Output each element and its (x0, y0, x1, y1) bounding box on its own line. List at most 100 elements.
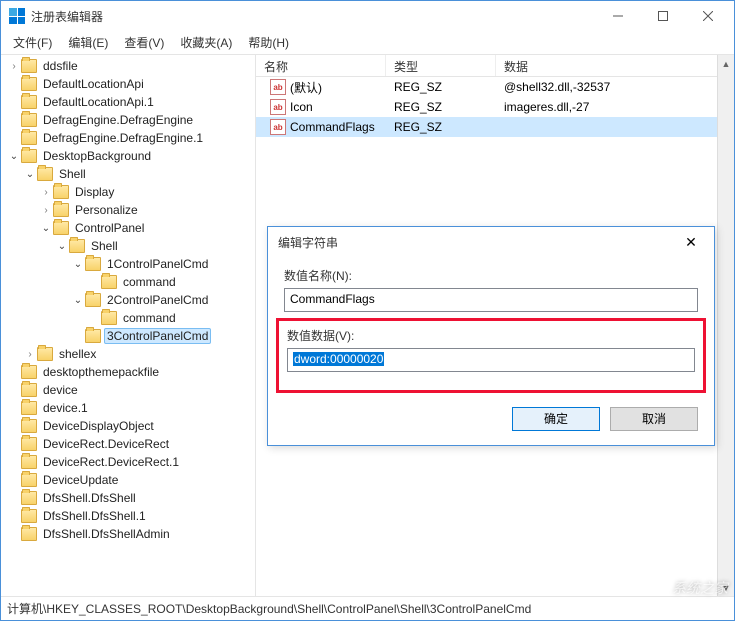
tree-item[interactable]: ›device.1 (1, 399, 255, 417)
value-name-field[interactable]: CommandFlags (284, 288, 698, 312)
menu-view[interactable]: 查看(V) (116, 31, 172, 54)
tree-item[interactable]: ›DfsShell.DfsShell.1 (1, 507, 255, 525)
folder-icon (37, 347, 53, 361)
tree-item-label: device (40, 382, 81, 398)
chevron-right-icon[interactable]: › (39, 187, 53, 198)
tree-item[interactable]: ›Display (1, 183, 255, 201)
value-name-text: CommandFlags (290, 292, 375, 306)
folder-icon (85, 257, 101, 271)
menu-edit[interactable]: 编辑(E) (60, 31, 116, 54)
tree-item-label: 3ControlPanelCmd (104, 328, 211, 344)
tree-item-label: DeviceUpdate (40, 472, 121, 488)
chevron-down-icon[interactable]: ⌄ (7, 151, 21, 162)
tree-item[interactable]: ›shellex (1, 345, 255, 363)
tree-item[interactable]: ›DfsShell.DfsShellAdmin (1, 525, 255, 543)
table-row[interactable]: abIconREG_SZimageres.dll,-27 (256, 97, 734, 117)
cell-data: imageres.dll,-27 (496, 100, 734, 114)
folder-icon (21, 59, 37, 73)
list-body[interactable]: ab(默认)REG_SZ@shell32.dll,-32537abIconREG… (256, 77, 734, 137)
tree-item-label: DeviceDisplayObject (40, 418, 157, 434)
tree-item-label: command (120, 310, 179, 326)
cell-type: REG_SZ (386, 100, 496, 114)
chevron-down-icon[interactable]: ⌄ (71, 259, 85, 270)
tree-item-label: device.1 (40, 400, 91, 416)
close-button[interactable] (685, 2, 730, 30)
string-value-icon: ab (270, 119, 286, 135)
table-row[interactable]: abCommandFlagsREG_SZ (256, 117, 734, 137)
tree-item[interactable]: ⌄ 2ControlPanelCmd (1, 291, 255, 309)
chevron-right-icon[interactable]: › (23, 349, 37, 360)
folder-icon (21, 365, 37, 379)
tree-item-label: DefaultLocationApi (40, 76, 147, 92)
app-icon (9, 8, 25, 24)
dialog-close-icon[interactable]: ✕ (678, 234, 704, 251)
tree-item[interactable]: ›DefragEngine.DefragEngine.1 (1, 129, 255, 147)
cell-name: CommandFlags (290, 120, 375, 134)
titlebar: 注册表编辑器 (1, 1, 734, 31)
tree-item-label: 2ControlPanelCmd (104, 292, 211, 308)
tree-item[interactable]: ›DeviceRect.DeviceRect (1, 435, 255, 453)
tree-item[interactable]: ›desktopthemepackfile (1, 363, 255, 381)
folder-icon (101, 311, 117, 325)
cancel-button[interactable]: 取消 (610, 407, 698, 431)
tree-item[interactable]: ›command (1, 273, 255, 291)
folder-icon (69, 239, 85, 253)
menu-file[interactable]: 文件(F) (5, 31, 60, 54)
tree-item[interactable]: ›ddsfile (1, 57, 255, 75)
table-row[interactable]: ab(默认)REG_SZ@shell32.dll,-32537 (256, 77, 734, 97)
tree-item[interactable]: ⌄ 1ControlPanelCmd (1, 255, 255, 273)
tree-item-label: DeviceRect.DeviceRect (40, 436, 172, 452)
tree-item[interactable]: ›DeviceRect.DeviceRect.1 (1, 453, 255, 471)
folder-icon (21, 509, 37, 523)
folder-icon (21, 383, 37, 397)
folder-icon (21, 419, 37, 433)
chevron-down-icon[interactable]: ⌄ (55, 241, 69, 252)
col-header-name[interactable]: 名称 (256, 55, 386, 76)
minimize-button[interactable] (595, 2, 640, 30)
value-data-label: 数值数据(V): (287, 327, 695, 344)
folder-icon (21, 473, 37, 487)
ok-button[interactable]: 确定 (512, 407, 600, 431)
folder-icon (37, 167, 53, 181)
value-name-label: 数值名称(N): (284, 267, 698, 284)
list-vscrollbar[interactable]: ▲ ▼ (717, 55, 734, 596)
tree-item[interactable]: ›command (1, 309, 255, 327)
folder-icon (21, 149, 37, 163)
tree-item[interactable]: ›3ControlPanelCmd (1, 327, 255, 345)
tree-item[interactable]: ›DefaultLocationApi (1, 75, 255, 93)
chevron-right-icon[interactable]: › (39, 205, 53, 216)
tree-item[interactable]: ⌄ Shell (1, 165, 255, 183)
tree-item-label: ControlPanel (72, 220, 147, 236)
menubar: 文件(F) 编辑(E) 查看(V) 收藏夹(A) 帮助(H) (1, 31, 734, 55)
tree-item[interactable]: ›DeviceDisplayObject (1, 417, 255, 435)
tree-item[interactable]: ›device (1, 381, 255, 399)
tree-item[interactable]: ⌄DesktopBackground (1, 147, 255, 165)
col-header-type[interactable]: 类型 (386, 55, 496, 76)
menu-help[interactable]: 帮助(H) (240, 31, 297, 54)
tree-item[interactable]: ›DfsShell.DfsShell (1, 489, 255, 507)
tree-item-label: DfsShell.DfsShellAdmin (40, 526, 173, 542)
value-data-field[interactable]: dword:00000020 (287, 348, 695, 372)
chevron-down-icon[interactable]: ⌄ (39, 223, 53, 234)
tree-item[interactable]: ⌄Shell (1, 237, 255, 255)
chevron-down-icon[interactable]: ⌄ (71, 295, 85, 306)
string-value-icon: ab (270, 79, 286, 95)
scroll-down-icon[interactable]: ▼ (718, 579, 734, 596)
col-header-data[interactable]: 数据 (496, 55, 734, 76)
tree-item-label: DefragEngine.DefragEngine.1 (40, 130, 206, 146)
scroll-up-icon[interactable]: ▲ (718, 55, 734, 72)
tree-item-label: 1ControlPanelCmd (104, 256, 211, 272)
tree-item[interactable]: ›DefragEngine.DefragEngine (1, 111, 255, 129)
tree-item[interactable]: ›Personalize (1, 201, 255, 219)
tree-item-label: desktopthemepackfile (40, 364, 162, 380)
tree-pane[interactable]: ›ddsfile›DefaultLocationApi›DefaultLocat… (1, 55, 256, 596)
tree-item-label: Shell (56, 166, 89, 182)
tree-item-label: DfsShell.DfsShell.1 (40, 508, 149, 524)
tree-item[interactable]: ⌄ ControlPanel (1, 219, 255, 237)
chevron-right-icon[interactable]: › (7, 61, 21, 72)
chevron-down-icon[interactable]: ⌄ (23, 169, 37, 180)
menu-favorites[interactable]: 收藏夹(A) (172, 31, 240, 54)
maximize-button[interactable] (640, 2, 685, 30)
tree-item[interactable]: ›DefaultLocationApi.1 (1, 93, 255, 111)
tree-item[interactable]: ›DeviceUpdate (1, 471, 255, 489)
